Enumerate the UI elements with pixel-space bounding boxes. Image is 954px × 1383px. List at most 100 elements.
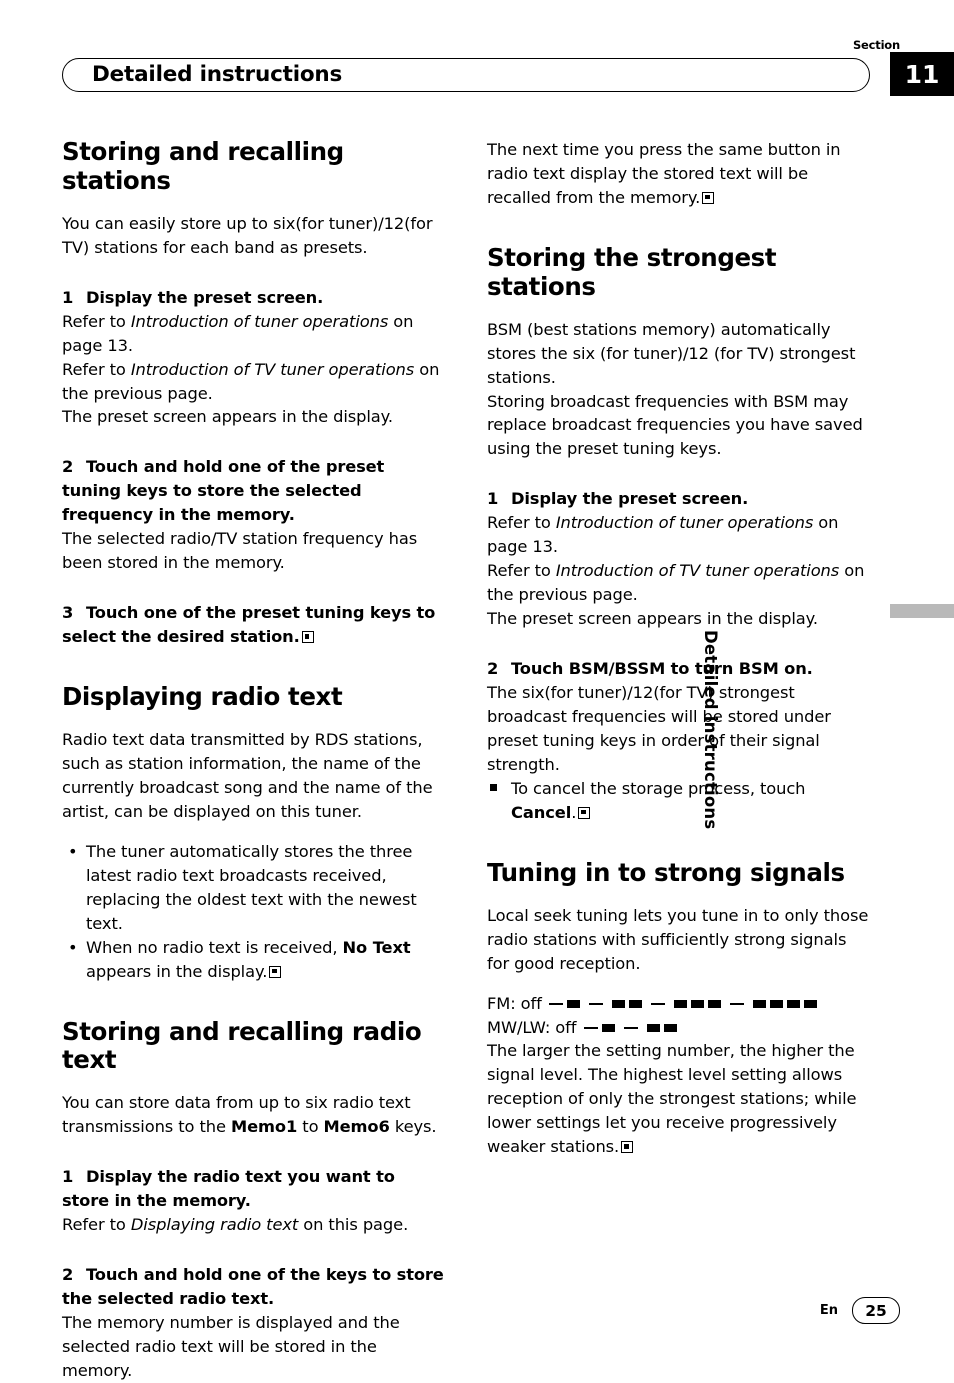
section-label: Section — [852, 38, 900, 52]
page-title: Detailed instructions — [92, 62, 343, 87]
ref-post: on this page. — [298, 1215, 409, 1235]
bsm-step-1-text: Display the preset screen. — [511, 489, 749, 509]
bsm-step-2-body: The six(for tuner)/12(for TV) strongest … — [487, 683, 831, 774]
step-2-number: 2 — [62, 457, 74, 477]
scale-block — [612, 999, 626, 1008]
bsm-step-1-number: 1 — [487, 489, 499, 509]
heading-tuning-strong-signals: Tuning in to strong signals — [487, 857, 845, 887]
list-item: • The tuner automatically stores the thre… — [62, 840, 447, 936]
section-number-tab: 11 — [890, 52, 954, 96]
scale-block — [691, 999, 705, 1008]
mwlw-label: MW/LW: off — [487, 1017, 577, 1037]
scale-dash — [730, 1002, 745, 1005]
side-tab-marker — [890, 604, 954, 618]
local-seek-paragraph: Local seek tuning lets you tune in to on… — [487, 905, 869, 973]
scale-dash — [583, 1026, 598, 1029]
memo6-key-label: Memo6 — [323, 1117, 390, 1137]
memo1-key-label: Memo1 — [230, 1117, 298, 1137]
bullet-text: The tuner automatically stores the three… — [86, 841, 417, 933]
intro-post: keys. — [389, 1117, 437, 1137]
level-explanation: The larger the setting number, the highe… — [487, 1039, 872, 1159]
note-text-pre: To cancel the storage process, touch — [511, 778, 806, 798]
bsm-step-2-number: 2 — [487, 659, 499, 679]
end-of-section-icon — [269, 965, 282, 978]
ref-italic: Introduction of TV tuner operations — [130, 359, 415, 379]
scale-block — [753, 999, 767, 1008]
fm-level-scale: FM: off — [487, 992, 872, 1016]
fm-label: FM: off — [487, 993, 542, 1013]
step-2-body: The selected radio/TV station frequency … — [62, 529, 418, 573]
step-1-result: The preset screen appears in the display… — [62, 407, 393, 427]
square-bullet-icon — [490, 783, 497, 791]
ref-italic: Introduction of TV tuner operations — [555, 561, 840, 581]
scale-dash — [548, 1002, 563, 1005]
radiotext-step-2-number: 2 — [62, 1265, 74, 1285]
bullet-text-pre: When no radio text is received, — [86, 937, 343, 957]
intro-paragraph: You can easily store up to six(for tuner… — [62, 213, 433, 257]
continued-text: The next time you press the same button … — [487, 140, 841, 207]
heading-displaying-radio-text: Displaying radio text — [62, 682, 343, 712]
footer: En 25 — [820, 1297, 900, 1324]
step-1-text: Display the preset screen. — [86, 287, 324, 307]
continued-paragraph: The next time you press the same button … — [487, 138, 872, 210]
step-1-ref-2: Refer to Introduction of TV tuner operat… — [62, 358, 447, 406]
end-of-section-icon — [621, 1141, 634, 1154]
scale-dash — [623, 1026, 638, 1029]
heading-storing-recalling-stations: Storing and recalling stations — [62, 137, 344, 195]
page-number: 25 — [852, 1297, 900, 1324]
radio-text-intro: Radio text data transmitted by RDS stati… — [62, 730, 433, 821]
cancel-note-list: To cancel the storage process, touch Can… — [487, 777, 872, 825]
radiotext-step-2-body: The memory number is displayed and the s… — [62, 1313, 400, 1380]
heading-storing-strongest-stations: Storing the strongest stations — [487, 242, 777, 301]
radio-text-bullet-list: • The tuner automatically stores the thre… — [62, 840, 447, 984]
radiotext-step-1-title: 1 Display the radio text you want to stor… — [62, 1165, 447, 1213]
bsm-step-1-ref-2: Refer to Introduction of TV tuner operat… — [487, 559, 872, 607]
scale-block — [787, 999, 801, 1008]
radiotext-step-1-number: 1 — [62, 1167, 74, 1187]
step-3-text: Touch one of the preset tuning keys to s… — [62, 603, 436, 647]
bsm-paragraph-2: Storing broadcast frequencies with BSM m… — [487, 391, 863, 459]
radiotext-step-1-text: Display the radio text you want to store… — [62, 1167, 395, 1211]
level-explanation-text: The larger the setting number, the highe… — [487, 1041, 857, 1157]
list-item: • When no radio text is received, No Text… — [62, 936, 447, 984]
heading-storing-recalling-radio-text: Storing and recalling radio text — [62, 1016, 422, 1075]
radiotext-step-2-text: Touch and hold one of the keys to store … — [62, 1265, 444, 1309]
intro-mid: to — [297, 1117, 324, 1137]
scale-block — [629, 999, 643, 1008]
list-item: To cancel the storage process, touch Can… — [487, 777, 872, 825]
step-2-text: Touch and hold one of the preset tuning … — [62, 457, 385, 525]
bullet-dot-icon: • — [68, 937, 78, 957]
step-1-ref-1: Refer to Introduction of tuner operation… — [62, 310, 447, 358]
bsm-step-2-title: 2 Touch BSM/BSSM to turn BSM on. — [487, 657, 872, 681]
step-3-title: 3 Touch one of the preset tuning keys to … — [62, 601, 447, 649]
bsm-step-1-ref-1: Refer to Introduction of tuner operation… — [487, 511, 872, 559]
bsm-paragraph-1: BSM (best stations memory) automatically… — [487, 319, 856, 387]
scale-block — [601, 1023, 615, 1032]
ref-italic: Introduction of tuner operations — [555, 513, 814, 533]
ref-pre: Refer to — [62, 359, 131, 379]
end-of-section-icon — [301, 631, 314, 644]
bsm-step-1-result: The preset screen appears in the display… — [487, 609, 818, 629]
end-of-section-icon — [578, 806, 591, 819]
step-1-number: 1 — [62, 287, 74, 307]
bsm-step-1-title: 1 Display the preset screen. — [487, 487, 872, 511]
language-code: En — [819, 1303, 838, 1318]
bullet-text-bold: No Text — [342, 937, 411, 957]
scale-block — [770, 999, 784, 1008]
ref-pre: Refer to — [62, 1215, 131, 1235]
radiotext-step-1-ref: Refer to Displaying radio text on this p… — [62, 1213, 447, 1237]
bsm-step-2-text: Touch BSM/BSSM to turn BSM on. — [511, 659, 813, 679]
note-text-post: . — [571, 802, 577, 822]
scale-block — [804, 999, 818, 1008]
store-radio-text-intro: You can store data from up to six radio … — [62, 1091, 447, 1139]
scale-block — [663, 1023, 677, 1032]
right-column: The next time you press the same button … — [487, 138, 872, 1159]
step-2-title: 2 Touch and hold one of the preset tuning… — [62, 455, 447, 527]
mwlw-level-scale: MW/LW: off — [487, 1016, 872, 1040]
scale-block — [646, 1023, 660, 1032]
bullet-text-post: appears in the display. — [86, 961, 268, 981]
bullet-dot-icon: • — [68, 841, 78, 861]
scale-dash — [651, 1002, 666, 1005]
end-of-section-icon — [702, 191, 715, 204]
step-3-number: 3 — [62, 603, 74, 623]
